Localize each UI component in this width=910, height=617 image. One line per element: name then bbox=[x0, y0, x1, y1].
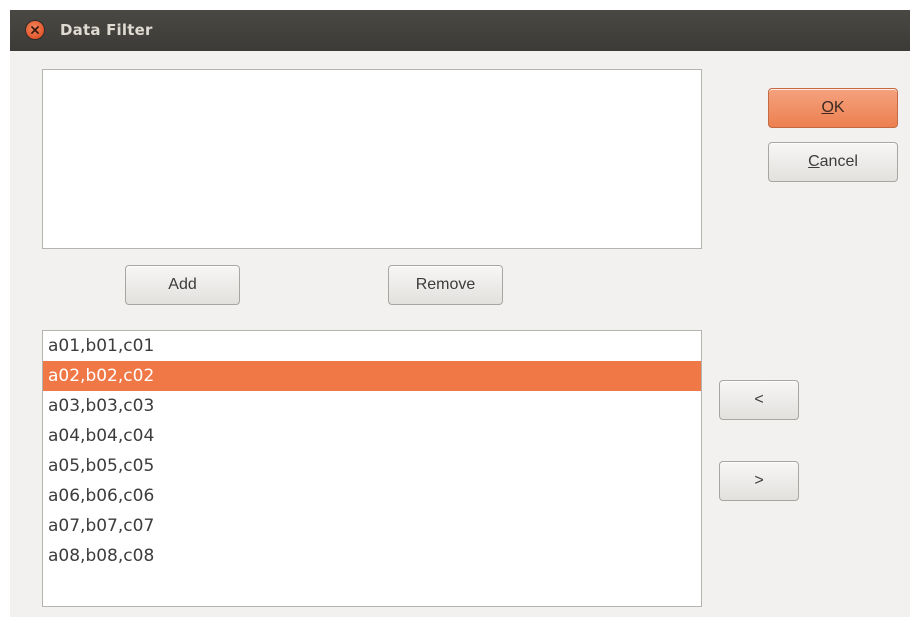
remove-button[interactable]: Remove bbox=[388, 265, 503, 305]
close-icon bbox=[31, 26, 39, 34]
list-item[interactable]: a01,b01,c01 bbox=[43, 331, 701, 361]
ok-label-mnemonic: O bbox=[821, 99, 834, 116]
list-item[interactable]: a02,b02,c02 bbox=[43, 361, 701, 391]
list-item[interactable]: a07,b07,c07 bbox=[43, 511, 701, 541]
list-item[interactable]: a03,b03,c03 bbox=[43, 391, 701, 421]
list-item[interactable]: a08,b08,c08 bbox=[43, 541, 701, 571]
data-filter-dialog: Data Filter OK Cancel Add Remove a01,b01… bbox=[10, 10, 910, 617]
titlebar: Data Filter bbox=[10, 10, 910, 51]
cancel-button[interactable]: Cancel bbox=[768, 142, 898, 182]
data-list[interactable]: a01,b01,c01 a02,b02,c02 a03,b03,c03 a04,b04… bbox=[42, 330, 702, 607]
cancel-label-mnemonic: C bbox=[808, 153, 820, 170]
ok-label-rest: K bbox=[833, 99, 845, 116]
cancel-label-rest: ancel bbox=[819, 153, 858, 170]
move-right-button[interactable]: > bbox=[719, 461, 799, 501]
filter-list[interactable] bbox=[42, 69, 702, 249]
window-title: Data Filter bbox=[60, 21, 153, 39]
add-button[interactable]: Add bbox=[125, 265, 240, 305]
list-item[interactable]: a05,b05,c05 bbox=[43, 451, 701, 481]
list-item[interactable]: a04,b04,c04 bbox=[43, 421, 701, 451]
list-item[interactable]: a06,b06,c06 bbox=[43, 481, 701, 511]
close-button[interactable] bbox=[26, 21, 44, 39]
move-left-button[interactable]: < bbox=[719, 380, 799, 420]
ok-button[interactable]: OK bbox=[768, 88, 898, 128]
